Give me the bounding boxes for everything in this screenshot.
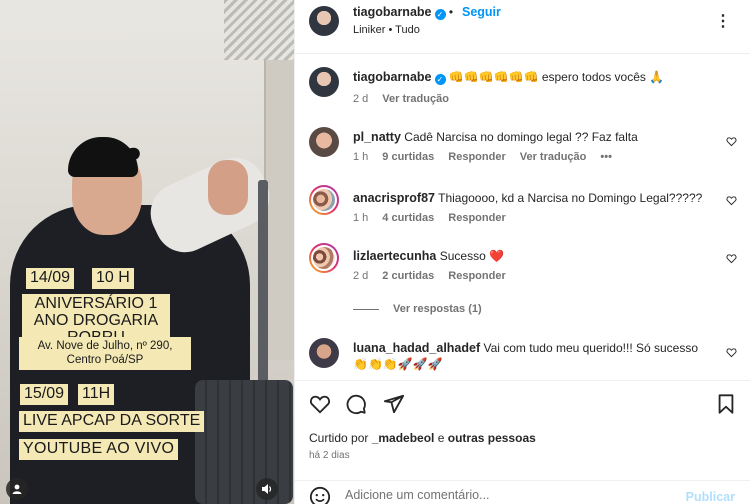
like-heart-icon[interactable]: [309, 393, 331, 415]
liked-user[interactable]: _madebeol: [372, 431, 435, 445]
comment-meta: 1 h 4 curtidas Responder: [353, 212, 520, 224]
suitcase: [195, 380, 293, 504]
verified-icon: ✓: [434, 74, 446, 85]
add-comment-bar: Publicar: [295, 480, 750, 504]
translate-link[interactable]: Ver tradução: [382, 93, 449, 105]
bookmark-icon[interactable]: [715, 393, 737, 415]
comment-username[interactable]: anacrisprof87: [353, 191, 435, 205]
post-header: tiagobarnabe ✓ • Seguir Liniker • Tudo ⋮: [295, 0, 750, 54]
author-username[interactable]: tiagobarnabe: [353, 5, 432, 19]
caption-text: 👊👊👊👊👊👊 espero todos vocês 🙏: [448, 70, 665, 84]
comment-likes[interactable]: 9 curtidas: [382, 151, 434, 163]
liked-by: Curtido por _madebeol e outras pessoas: [309, 431, 536, 445]
liked-prefix: Curtido por: [309, 431, 372, 445]
comment-time: 1 h: [353, 151, 369, 163]
follow-button[interactable]: Seguir: [462, 5, 501, 19]
comment-meta: 1 h 9 curtidas Responder Ver tradução •••: [353, 151, 626, 163]
audio-label[interactable]: Liniker • Tudo: [353, 24, 420, 36]
emoji-icon[interactable]: [309, 486, 331, 504]
heart-icon[interactable]: [726, 136, 737, 147]
comment-likes[interactable]: 2 curtidas: [382, 270, 434, 282]
post-comment-button[interactable]: Publicar: [686, 490, 735, 504]
caption-avatar[interactable]: [309, 67, 339, 97]
comment-text-row: anacrisprof87 Thiagoooo, kd a Narcisa no…: [353, 190, 713, 206]
comment-text: Thiagoooo, kd a Narcisa no Domingo Legal…: [438, 191, 703, 205]
comments-list[interactable]: tiagobarnabe ✓ 👊👊👊👊👊👊 espero todos vocês …: [295, 55, 750, 380]
comment-input[interactable]: [345, 488, 675, 502]
translate-link[interactable]: Ver tradução: [520, 151, 587, 163]
header-separator: •: [448, 5, 454, 19]
comment-time: 2 d: [353, 270, 369, 282]
sticker-time-1: 10 H: [92, 268, 134, 289]
comment-username[interactable]: luana_hadad_alhadef: [353, 341, 480, 355]
post-actions: Curtido por _madebeol e outras pessoas h…: [295, 380, 750, 496]
comment-text: Cadê Narcisa no domingo legal ?? Faz fal…: [404, 130, 638, 144]
person-hand: [208, 160, 248, 215]
reply-button[interactable]: Responder: [448, 270, 505, 282]
view-replies-label[interactable]: Ver respostas (1): [393, 303, 482, 315]
user-tag-icon[interactable]: [6, 478, 28, 500]
post-date[interactable]: há 2 dias: [309, 450, 350, 461]
comment-time: 1 h: [353, 212, 369, 224]
verified-icon: ✓: [434, 9, 446, 20]
comment-meta: 2 d 2 curtidas Responder: [353, 270, 520, 282]
caption-text-row: tiagobarnabe ✓ 👊👊👊👊👊👊 espero todos vocês …: [353, 69, 713, 85]
caption-time: 2 d: [353, 93, 369, 105]
author-name-row: tiagobarnabe ✓ •: [353, 5, 453, 20]
author-avatar[interactable]: [309, 6, 339, 36]
caption-username[interactable]: tiagobarnabe: [353, 70, 432, 84]
comment-likes[interactable]: 4 curtidas: [382, 212, 434, 224]
heart-icon[interactable]: [726, 195, 737, 206]
commenter-avatar[interactable]: [309, 127, 339, 157]
comment-username[interactable]: lizlaertecunha: [353, 249, 436, 263]
reply-button[interactable]: Responder: [448, 151, 505, 163]
caption-meta: 2 d Ver tradução: [353, 93, 463, 105]
comment-text-row: luana_hadad_alhadef Vai com tudo meu que…: [353, 340, 713, 372]
replies-line: [353, 308, 379, 310]
view-replies[interactable]: Ver respostas (1): [353, 303, 496, 315]
comment-bubble-icon[interactable]: [345, 393, 367, 415]
post-panel: tiagobarnabe ✓ • Seguir Liniker • Tudo ⋮ …: [294, 0, 750, 504]
commenter-avatar[interactable]: [309, 338, 339, 368]
more-options-icon[interactable]: ⋮: [715, 11, 732, 31]
commenter-avatar[interactable]: [309, 185, 339, 215]
sticker-time-2: 11H: [78, 384, 115, 405]
sticker-channel: YOUTUBE AO VIVO: [19, 439, 179, 460]
door-frame: [264, 60, 294, 360]
comment-more-icon[interactable]: •••: [600, 151, 612, 163]
sticker-date-2: 15/09: [20, 384, 69, 405]
comment-text: Sucesso ❤️: [439, 249, 505, 263]
post-media[interactable]: 14/09 10 H ANIVERSÁRIO 1 ANO DROGARIA RO…: [0, 0, 294, 504]
comment-text-row: pl_natty Cadê Narcisa no domingo legal ?…: [353, 129, 713, 145]
heart-icon[interactable]: [726, 253, 737, 264]
sticker-date-1: 14/09: [26, 268, 75, 289]
speaker-icon[interactable]: [256, 478, 278, 500]
air-vent: [224, 0, 294, 60]
reply-button[interactable]: Responder: [448, 212, 505, 224]
liked-mid: e: [434, 431, 448, 445]
sticker-event-2: LIVE APCAP DA SORTE: [19, 411, 205, 432]
comment-username[interactable]: pl_natty: [353, 130, 401, 144]
heart-icon[interactable]: [726, 347, 737, 358]
commenter-avatar[interactable]: [309, 243, 339, 273]
suitcase-handle: [258, 180, 268, 385]
sticker-address: Av. Nove de Julho, nº 290, Centro Poá/SP: [19, 337, 191, 370]
share-send-icon[interactable]: [383, 393, 405, 415]
comment-text-row: lizlaertecunha Sucesso ❤️: [353, 248, 713, 264]
liked-others[interactable]: outras pessoas: [448, 431, 536, 445]
